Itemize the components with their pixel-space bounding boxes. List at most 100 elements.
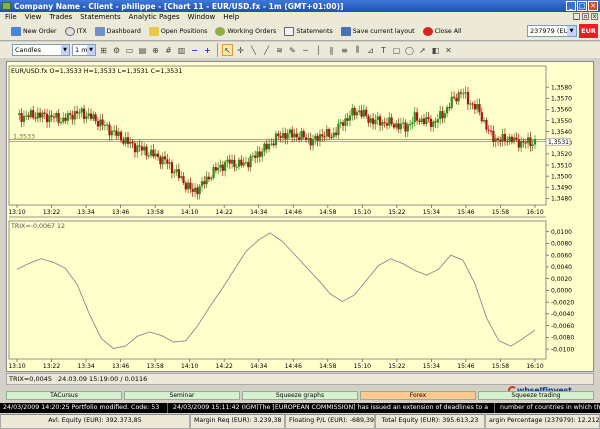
chart-type-select[interactable]: Candles ▼ — [12, 44, 70, 56]
candle-body — [221, 164, 224, 171]
itx-button[interactable]: ITX — [62, 24, 90, 39]
menu-statements[interactable]: Statements — [80, 13, 120, 21]
chart-canvas[interactable]: EUR/USD.fx O=1,3533 H=1,3533 L=1,3531 C=… — [7, 62, 593, 371]
grid-icon[interactable]: # — [163, 44, 174, 56]
candle-body — [82, 108, 86, 119]
tab-forex[interactable]: Forex — [360, 391, 476, 400]
text-tool-icon[interactable]: T — [378, 44, 389, 56]
label-tool-icon[interactable]: ◧ — [430, 44, 441, 56]
statements-button[interactable]: Statements — [281, 24, 335, 39]
trix-series: 0,0100 0,0080 0,0060 0,0040 0,0020 0,0000 -0,0… — [8, 229, 574, 370]
candle-body — [293, 133, 296, 138]
price-x-tick-label: 14:10 — [181, 209, 198, 216]
arrow-tool-icon[interactable]: ➚ — [417, 44, 428, 56]
open-positions-button[interactable]: Open Positions — [146, 24, 211, 39]
menu-trades[interactable]: Trades — [49, 13, 72, 21]
zoom-out-icon[interactable]: − — [189, 44, 200, 56]
vline-tool-icon[interactable]: │ — [313, 44, 324, 56]
trix-tick-label: -0,0080 — [551, 335, 574, 342]
tab-seminar[interactable]: Seminar — [124, 391, 240, 400]
mdi-restore-button[interactable]: ▫ — [582, 13, 589, 20]
candle-body — [390, 117, 393, 125]
trendline-tool-icon[interactable]: ╲ — [248, 44, 259, 56]
fibonacci-tool-icon[interactable]: ≡ — [339, 44, 350, 56]
trix-line — [16, 232, 536, 349]
save-layout-button[interactable]: Save current layout — [338, 24, 418, 39]
candle-body — [439, 111, 442, 120]
trix-tick-label: 0,0080 — [551, 241, 572, 248]
cursor-tool-icon[interactable]: ↖ — [222, 44, 233, 56]
close-all-button[interactable]: Close All — [420, 24, 465, 39]
candle-body — [358, 110, 361, 113]
menu-help[interactable]: Help — [223, 13, 239, 21]
chart-window-icon[interactable]: ▭ — [124, 44, 135, 56]
ellipse-tool-icon[interactable]: ◯ — [404, 44, 415, 56]
channel-tool-icon[interactable]: ≋ — [274, 44, 285, 56]
candle-body — [150, 149, 153, 156]
working-orders-button[interactable]: Working Orders — [212, 24, 279, 39]
indicator-status-bar: TRIX=0,0045 24.03.09 15:19:00 / 0,0116 — [6, 373, 594, 385]
candle-body — [191, 188, 194, 192]
new-order-button[interactable]: New Order — [8, 24, 60, 39]
candle-body — [263, 143, 266, 152]
mdi-close-button[interactable]: x — [591, 13, 598, 20]
statements-icon — [284, 26, 295, 36]
candle-body — [133, 143, 137, 153]
candle-body — [244, 162, 248, 164]
candle-body — [434, 121, 437, 123]
candle-body — [99, 119, 102, 127]
candle-body — [147, 155, 150, 157]
close-window-button[interactable]: ✕ — [588, 1, 598, 11]
candle-body — [210, 177, 213, 180]
dashboard-button[interactable]: Dashboard — [92, 24, 144, 39]
hline-tool-icon[interactable]: ─ — [300, 44, 311, 56]
maximize-button[interactable]: □ — [577, 1, 587, 11]
cycle-tool-icon[interactable]: ⫼ — [352, 44, 363, 56]
tab-tacursus[interactable]: TACursus — [6, 391, 122, 400]
tab-squeeze-trading[interactable]: Squeeze trading — [478, 391, 594, 400]
pane-icon[interactable]: ▥ — [176, 44, 187, 56]
menu-window[interactable]: Window — [188, 13, 216, 21]
candle-body — [367, 115, 370, 123]
timeframe-select[interactable]: 1 min ▼ — [72, 44, 96, 56]
chart-workspace[interactable]: EUR/USD.fx O=1,3533 H=1,3533 L=1,3531 C=… — [6, 61, 594, 372]
pen-tool-icon[interactable]: ✎ — [287, 44, 298, 56]
toolbar-divider — [217, 43, 218, 57]
gann-tool-icon[interactable]: ⊿ — [365, 44, 376, 56]
delete-drawings-icon[interactable]: ✕ — [443, 44, 454, 56]
trix-tick-label: -0,0040 — [551, 311, 574, 318]
price-x-tick-label: 13:10 — [8, 209, 25, 216]
trix-tick-label: 0,0040 — [551, 264, 572, 271]
menu-file[interactable]: File — [5, 13, 17, 21]
minimize-button[interactable]: _ — [566, 1, 576, 11]
account-select[interactable]: 237979 (EUR) ▼ — [527, 25, 577, 37]
add-indicator-icon[interactable]: ⊞ — [98, 44, 109, 56]
menu-view[interactable]: View — [25, 13, 42, 21]
tab-squeeze-graphs[interactable]: Squeeze graphs — [242, 391, 358, 400]
mdi-minimize-button[interactable]: _ — [573, 13, 580, 20]
ray-tool-icon[interactable]: ╱ — [261, 44, 272, 56]
price-x-tick-label: 14:22 — [216, 209, 233, 216]
rectangle-tool-icon[interactable]: ▢ — [391, 44, 402, 56]
price-tick-label: 1,3580 — [551, 84, 572, 91]
ticker-item[interactable]: 24/03/2009 14:20:25 Portfolio modified. … — [0, 403, 168, 413]
zoom-icon[interactable]: ⊕ — [150, 44, 161, 56]
trix-x-tick-label: 13:22 — [43, 363, 60, 370]
new-order-label: New Order — [23, 27, 57, 35]
properties-icon[interactable]: ▤ — [137, 44, 148, 56]
settings-icon[interactable]: ⚙ — [111, 44, 122, 56]
parallel-tool-icon[interactable]: ∥ — [326, 44, 337, 56]
menu-analytic-pages[interactable]: Analytic Pages — [129, 13, 180, 21]
candle-body — [173, 171, 176, 174]
ticker-item[interactable]: 24/03/2009 15:11:42 (IGM)The [EUROPEAN C… — [170, 403, 496, 413]
candle-body — [485, 119, 488, 130]
zoom-in-icon[interactable]: + — [202, 44, 213, 56]
candle-body — [325, 128, 328, 137]
ticker-item[interactable]: number of countries in which they I — [497, 403, 600, 413]
candle-body — [64, 117, 67, 121]
candle-body — [304, 137, 308, 140]
trix-x-tick-label: 15:58 — [492, 363, 509, 370]
crosshair-tool-icon[interactable]: ✛ — [235, 44, 246, 56]
candle-body — [533, 139, 537, 145]
candle-body — [251, 155, 254, 157]
